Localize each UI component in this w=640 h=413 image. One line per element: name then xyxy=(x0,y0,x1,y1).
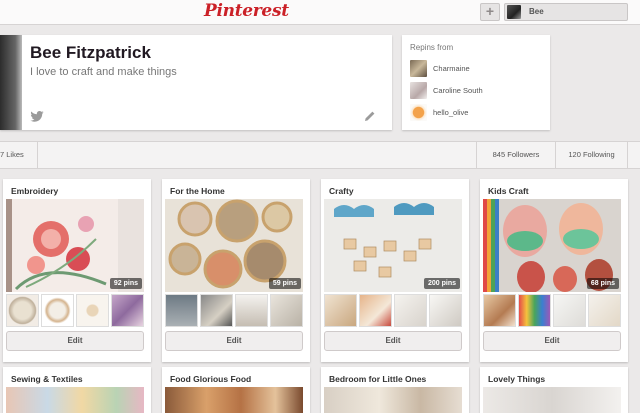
top-bar: Pinterest + Bee xyxy=(0,0,640,25)
board-cover-image[interactable] xyxy=(165,387,303,413)
board-thumbnail[interactable] xyxy=(200,294,233,327)
profile-stats-bar: 7 Likes 845 Followers 120 Following xyxy=(0,141,640,169)
board-card[interactable]: Food Glorious Food xyxy=(162,367,310,413)
board-title: Kids Craft xyxy=(488,186,529,196)
board-title: Embroidery xyxy=(11,186,59,196)
board-cover-image[interactable]: 68 pins xyxy=(483,199,621,292)
board-thumbnail[interactable] xyxy=(165,294,198,327)
board-card[interactable]: For the Home 59 pins Edit xyxy=(162,179,310,362)
board-card[interactable]: Bedroom for Little Ones xyxy=(321,367,469,413)
board-title: Food Glorious Food xyxy=(170,374,252,384)
board-card[interactable]: Kids Craft 68 pins Edit xyxy=(480,179,628,362)
board-thumbnails xyxy=(483,294,621,327)
board-thumbnail[interactable] xyxy=(41,294,74,327)
board-cover-image[interactable]: 92 pins xyxy=(6,199,144,292)
repin-source-name: hello_olive xyxy=(433,108,469,117)
pin-count-badge: 92 pins xyxy=(109,278,142,289)
twitter-icon[interactable] xyxy=(30,111,44,122)
board-title: Sewing & Textiles xyxy=(11,374,83,384)
likes-tab[interactable]: 7 Likes xyxy=(0,142,38,168)
profile-card: Bee Fitzpatrick I love to craft and make… xyxy=(0,35,392,130)
board-cover-image[interactable] xyxy=(483,387,621,413)
followers-tab[interactable]: 845 Followers xyxy=(476,142,556,168)
repins-title: Repins from xyxy=(410,43,454,52)
board-thumbnail[interactable] xyxy=(324,294,357,327)
board-thumbnail[interactable] xyxy=(588,294,621,327)
repins-from-card: Repins from Charmaine Caroline South hel… xyxy=(402,35,550,130)
repin-avatar xyxy=(410,104,427,121)
repin-source-item[interactable]: hello_olive xyxy=(410,104,550,122)
board-cover-image[interactable] xyxy=(324,387,462,413)
user-avatar xyxy=(507,5,521,19)
board-thumbnail[interactable] xyxy=(359,294,392,327)
profile-bio: I love to craft and make things xyxy=(30,66,177,78)
following-tab[interactable]: 120 Following xyxy=(556,142,628,168)
profile-name: Bee Fitzpatrick xyxy=(30,43,151,62)
board-card[interactable]: Crafty 200 pins Edit xyxy=(321,179,469,362)
repin-source-name: Caroline South xyxy=(433,86,483,95)
add-pin-button[interactable]: + xyxy=(480,3,500,21)
board-cover-image[interactable]: 59 pins xyxy=(165,199,303,292)
user-menu-button[interactable]: Bee xyxy=(504,3,628,21)
board-thumbnails xyxy=(165,294,303,327)
pin-count-badge: 68 pins xyxy=(586,278,619,289)
board-card[interactable]: Lovely Things xyxy=(480,367,628,413)
board-thumbnails xyxy=(324,294,462,327)
board-thumbnail[interactable] xyxy=(235,294,268,327)
board-thumbnail[interactable] xyxy=(111,294,144,327)
board-thumbnail[interactable] xyxy=(483,294,516,327)
edit-board-button[interactable]: Edit xyxy=(483,331,621,351)
board-card[interactable]: Embroidery 92 pins Edit xyxy=(3,179,151,362)
repin-source-item[interactable]: Caroline South xyxy=(410,82,550,100)
board-thumbnails xyxy=(6,294,144,327)
pinterest-logo[interactable]: Pinterest xyxy=(204,1,289,21)
board-thumbnail[interactable] xyxy=(429,294,462,327)
board-title: For the Home xyxy=(170,186,225,196)
repin-avatar xyxy=(410,60,427,77)
board-cover-image[interactable]: 200 pins xyxy=(324,199,462,292)
repin-source-item[interactable]: Charmaine xyxy=(410,60,550,78)
board-thumbnail[interactable] xyxy=(553,294,586,327)
board-thumbnail[interactable] xyxy=(394,294,427,327)
board-title: Crafty xyxy=(329,186,354,196)
board-thumbnail[interactable] xyxy=(518,294,551,327)
board-thumbnail[interactable] xyxy=(6,294,39,327)
pencil-icon[interactable] xyxy=(364,110,376,122)
pin-count-badge: 200 pins xyxy=(423,278,460,289)
edit-board-button[interactable]: Edit xyxy=(324,331,462,351)
user-name: Bee xyxy=(529,7,544,16)
board-thumbnail[interactable] xyxy=(270,294,303,327)
profile-photo[interactable] xyxy=(0,35,22,130)
edit-board-button[interactable]: Edit xyxy=(165,331,303,351)
edit-board-button[interactable]: Edit xyxy=(6,331,144,351)
board-thumbnail[interactable] xyxy=(76,294,109,327)
repin-avatar xyxy=(410,82,427,99)
board-title: Lovely Things xyxy=(488,374,546,384)
board-title: Bedroom for Little Ones xyxy=(329,374,427,384)
board-cover-image[interactable] xyxy=(6,387,144,413)
repin-source-name: Charmaine xyxy=(433,64,470,73)
pin-count-badge: 59 pins xyxy=(268,278,301,289)
board-card[interactable]: Sewing & Textiles xyxy=(3,367,151,413)
